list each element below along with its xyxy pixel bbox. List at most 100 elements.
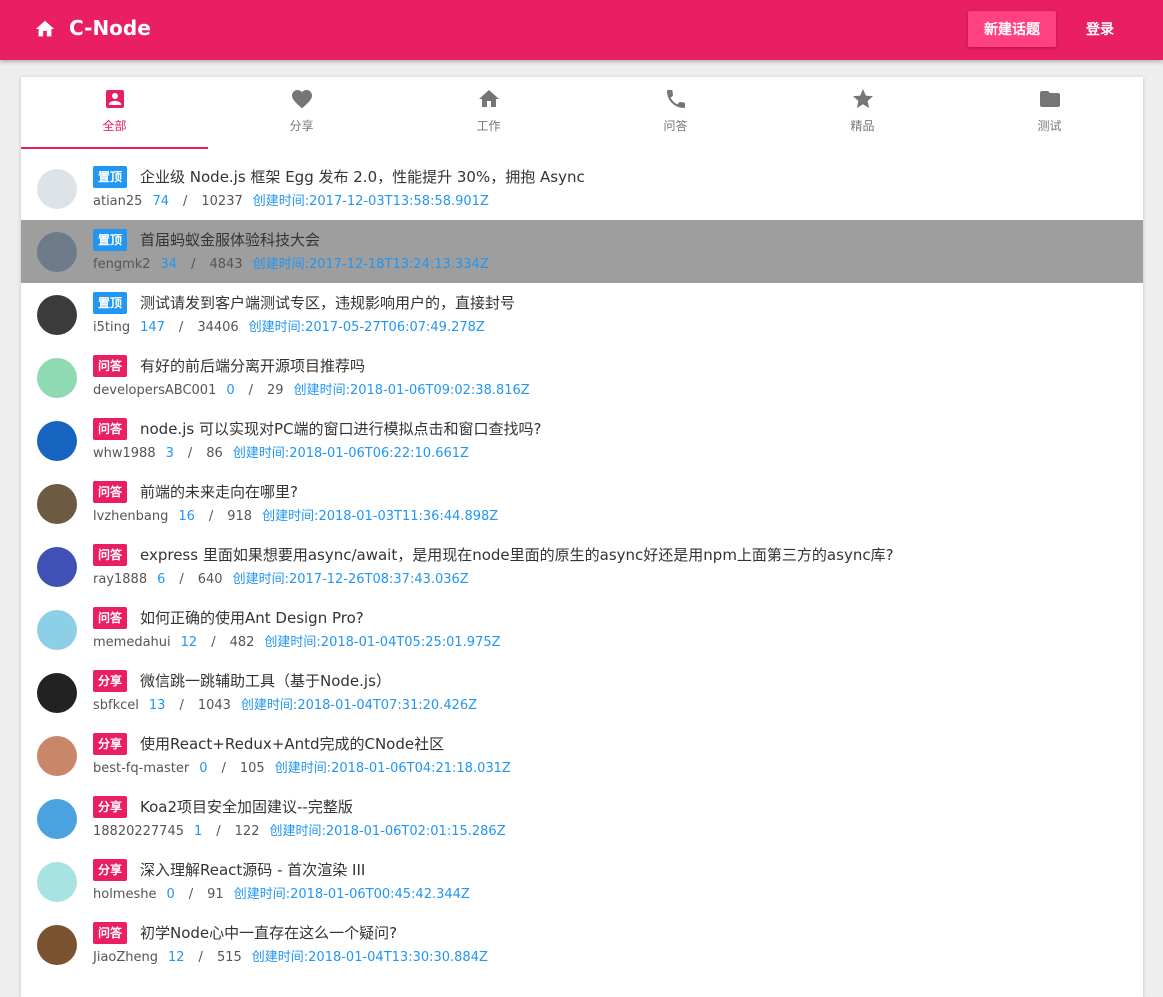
topic-title[interactable]: 使用React+Redux+Antd完成的CNode社区: [140, 733, 444, 755]
topic-row[interactable]: 分享 使用React+Redux+Antd完成的CNode社区 best-fq-ma…: [21, 724, 1143, 787]
topic-title[interactable]: node.js 可以实现对PC端的窗口进行模拟点击和窗口查找吗?: [140, 418, 541, 440]
created-time: 创建时间:2018-01-06T00:45:42.344Z: [234, 887, 470, 902]
tab-job[interactable]: 工作: [395, 77, 582, 149]
created-time: 创建时间:2018-01-04T05:25:01.975Z: [264, 635, 500, 650]
created-prefix: 创建时间:: [252, 257, 309, 272]
created-value: 2018-01-04T07:31:20.426Z: [297, 698, 478, 713]
author-name[interactable]: whw1988: [93, 446, 156, 461]
topic-row[interactable]: 问答 node.js 可以实现对PC端的窗口进行模拟点击和窗口查找吗? whw198…: [21, 409, 1143, 472]
visit-count: 640: [197, 572, 223, 587]
topic-row[interactable]: 置顶 测试请发到客户端测试专区，违规影响用户的，直接封号 i5ting 147 / 344…: [21, 283, 1143, 346]
avatar[interactable]: [37, 610, 77, 650]
topic-title[interactable]: express 里面如果想要用async/await，是用现在node里面的原生…: [140, 544, 894, 566]
tab-all[interactable]: 全部: [21, 77, 208, 149]
created-prefix: 创建时间:: [232, 446, 290, 461]
topic-meta: best-fq-master 0 / 105 创建时间:2018-01-06T04:21…: [93, 761, 511, 777]
tab-ask[interactable]: 问答: [582, 77, 769, 149]
topic-badge: 问答: [93, 481, 128, 503]
author-name[interactable]: best-fq-master: [93, 761, 189, 776]
avatar[interactable]: [37, 673, 77, 713]
created-value: 2018-01-04T05:25:01.975Z: [320, 635, 501, 650]
tab-label: 工作: [476, 119, 501, 133]
topic-row[interactable]: 分享 微信跳一跳辅助工具（基于Node.js） sbfkcel 13 / 1043 创建时间…: [21, 661, 1143, 724]
count-separator: /: [216, 824, 221, 839]
avatar[interactable]: [37, 169, 77, 209]
created-time: 创建时间:2017-12-18T13:24:13.334Z: [253, 257, 489, 272]
tab-test[interactable]: 测试: [956, 77, 1143, 149]
topic-row[interactable]: 置顶 首届蚂蚁金服体验科技大会 fengmk2 34 / 4843 创建时间:2017-12…: [21, 220, 1143, 283]
topic-badge: 置顶: [93, 166, 128, 188]
topic-badge: 问答: [93, 607, 128, 629]
author-name[interactable]: lvzhenbang: [93, 509, 168, 524]
app-bar: C-Node 新建话题 登录: [0, 0, 1163, 60]
topic-title[interactable]: 初学Node心中一直存在这么一个疑问?: [140, 922, 397, 944]
topic-row[interactable]: 问答 express 里面如果想要用async/await，是用现在node里面的…: [21, 535, 1143, 598]
avatar[interactable]: [37, 799, 77, 839]
topic-title[interactable]: 首届蚂蚁金服体验科技大会: [140, 229, 320, 251]
created-value: 2017-12-03T13:58:58.901Z: [309, 194, 489, 209]
tab-label: 精品: [850, 119, 875, 133]
created-value: 2017-12-18T13:24:13.334Z: [308, 257, 489, 272]
created-time: 创建时间:2017-12-26T08:37:43.036Z: [233, 572, 469, 587]
count-separator: /: [208, 509, 214, 524]
visit-count: 515: [216, 950, 242, 965]
count-separator: /: [198, 950, 203, 965]
topic-row[interactable]: 置顶 企业级 Node.js 框架 Egg 发布 2.0，性能提升 30%，拥抱 …: [21, 157, 1143, 220]
created-value: 2017-05-27T06:07:49.278Z: [305, 320, 485, 335]
heart-icon: [292, 90, 312, 109]
reply-count: 34: [160, 257, 178, 272]
author-name[interactable]: JiaoZheng: [93, 950, 158, 965]
reply-count: 147: [140, 320, 165, 335]
author-name[interactable]: holmeshe: [93, 887, 156, 902]
topic-row[interactable]: 问答 前端的未来走向在哪里? lvzhenbang 16 / 918 创建时间:2018-0…: [21, 472, 1143, 535]
created-value: 2018-01-03T11:36:44.898Z: [318, 509, 499, 524]
created-value: 2018-01-06T00:45:42.344Z: [290, 887, 470, 902]
author-name[interactable]: developersABC001: [93, 383, 216, 398]
count-separator: /: [182, 194, 188, 209]
avatar[interactable]: [37, 736, 77, 776]
avatar[interactable]: [37, 925, 77, 965]
author-name[interactable]: memedahui: [93, 635, 171, 650]
author-name[interactable]: i5ting: [93, 320, 130, 335]
avatar[interactable]: [37, 862, 77, 902]
topic-title[interactable]: 有好的前后端分离开源项目推荐吗: [140, 355, 365, 377]
topic-title[interactable]: Koa2项目安全加固建议--完整版: [140, 796, 353, 818]
created-value: 2018-01-06T02:01:15.286Z: [325, 824, 506, 839]
visit-count: 1043: [197, 698, 231, 713]
avatar[interactable]: [37, 421, 77, 461]
count-separator: /: [221, 761, 226, 776]
topic-title[interactable]: 微信跳一跳辅助工具（基于Node.js）: [140, 670, 391, 692]
avatar[interactable]: [37, 232, 77, 272]
topic-badge: 分享: [93, 859, 128, 881]
topic-row[interactable]: 分享 深入理解React源码 - 首次渲染 III holmeshe 0 / 91 创建时间…: [21, 850, 1143, 913]
topic-row[interactable]: 分享 Koa2项目安全加固建议--完整版 18820227745 1 / 122 创建时间:…: [21, 787, 1143, 850]
created-prefix: 创建时间:: [274, 761, 332, 776]
tab-good[interactable]: 精品: [769, 77, 956, 149]
topic-row[interactable]: 问答 有好的前后端分离开源项目推荐吗 developersABC001 0 / 29 创建时…: [21, 346, 1143, 409]
home-icon[interactable]: [34, 18, 56, 40]
visit-count: 4843: [209, 257, 243, 272]
phone-icon: [667, 90, 685, 108]
login-button[interactable]: 登录: [1072, 11, 1128, 47]
author-name[interactable]: ray1888: [93, 572, 147, 587]
created-prefix: 创建时间:: [232, 572, 289, 587]
topic-title[interactable]: 如何正确的使用Ant Design Pro?: [140, 607, 364, 629]
avatar[interactable]: [37, 358, 77, 398]
avatar[interactable]: [37, 295, 77, 335]
topic-title[interactable]: 深入理解React源码 - 首次渲染 III: [140, 859, 365, 881]
avatar[interactable]: [37, 484, 77, 524]
reply-count: 12: [168, 950, 185, 965]
app-title[interactable]: C-Node: [69, 16, 151, 40]
topic-title[interactable]: 前端的未来走向在哪里?: [140, 481, 298, 503]
author-name[interactable]: atian25: [93, 194, 142, 209]
author-name[interactable]: 18820227745: [93, 824, 184, 839]
topic-title[interactable]: 测试请发到客户端测试专区，违规影响用户的，直接封号: [140, 292, 515, 314]
avatar[interactable]: [37, 547, 77, 587]
topic-row[interactable]: 问答 初学Node心中一直存在这么一个疑问? JiaoZheng 12 / 515 创建时间…: [21, 913, 1143, 976]
tab-share[interactable]: 分享: [208, 77, 395, 149]
new-topic-button[interactable]: 新建话题: [968, 11, 1056, 47]
author-name[interactable]: fengmk2: [93, 257, 151, 272]
topic-row[interactable]: 问答 如何正确的使用Ant Design Pro? memedahui 12 / 482 创…: [21, 598, 1143, 661]
author-name[interactable]: sbfkcel: [93, 698, 139, 713]
topic-title[interactable]: 企业级 Node.js 框架 Egg 发布 2.0，性能提升 30%，拥抱 As…: [140, 166, 585, 188]
